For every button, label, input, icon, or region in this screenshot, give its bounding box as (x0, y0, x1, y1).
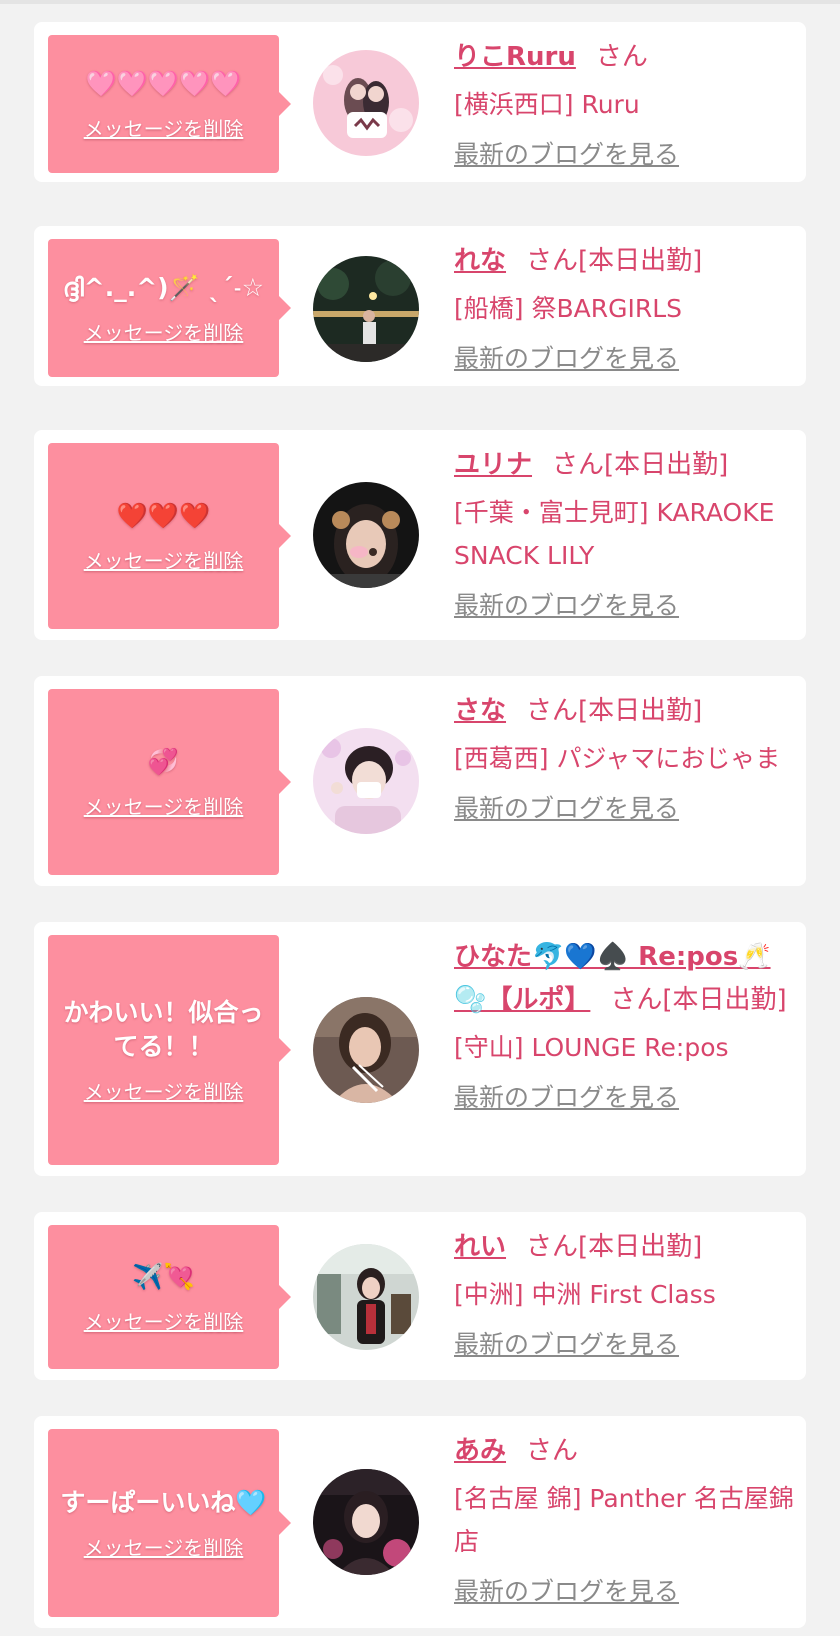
name-line: れい さん[本日出勤] (454, 1226, 798, 1269)
avatar[interactable] (313, 1469, 419, 1575)
cast-name-link[interactable]: れな (454, 246, 506, 276)
entry-info: さな さん[本日出勤] [西葛西] パジャマにおじゃま 最新のブログを見る (454, 690, 798, 829)
name-line: れな さん[本日出勤] (454, 240, 798, 283)
avatar[interactable] (313, 50, 419, 156)
message-text: すーぱーいいね🩵 (60, 1487, 267, 1517)
delete-message-link[interactable]: メッセージを削除 (84, 1306, 244, 1335)
message-bubble: すーぱーいいね🩵 メッセージを削除 (48, 1429, 291, 1617)
message-card: すーぱーいいね🩵 メッセージを削除 あみ さん [名古屋 錦] Panther 名… (34, 1416, 806, 1628)
avatar[interactable] (313, 1244, 419, 1350)
view-latest-blog-link[interactable]: 最新のブログを見る (454, 339, 679, 379)
entry-info: れい さん[本日出勤] [中洲] 中洲 First Class 最新のブログを見る (454, 1226, 798, 1365)
girl-photo-night-icon (313, 256, 419, 362)
message-text: かわいい！似合ってる！！ (63, 997, 264, 1061)
attendance-status: [本日出勤] (578, 246, 703, 276)
cast-name-link[interactable]: ユリナ (454, 450, 532, 480)
view-latest-blog-link[interactable]: 最新のブログを見る (454, 135, 679, 175)
name-line: ユリナ さん[本日出勤] (454, 444, 798, 487)
shop-name: [横浜西口] Ruru (454, 90, 640, 119)
message-bubble: 🩷🩷🩷🩷🩷 メッセージを削除 (48, 35, 291, 173)
delete-message-link[interactable]: メッセージを削除 (84, 545, 244, 574)
girl-photo-dark-icon (313, 482, 419, 588)
message-card: かわいい！似合ってる！！ メッセージを削除 ひなた🐬💙♠️ Re:pos🥂🫧【ル… (34, 922, 806, 1176)
view-latest-blog-link[interactable]: 最新のブログを見る (454, 1078, 679, 1118)
attendance-status: [本日出勤] (578, 696, 703, 726)
message-bubble: 💞 メッセージを削除 (48, 689, 291, 875)
shop-name: [名古屋 錦] Panther 名古屋錦店 (454, 1484, 794, 1556)
name-line: ひなた🐬💙♠️ Re:pos🥂🫧【ルポ】 さん[本日出勤] (454, 936, 798, 1022)
message-card: ദ്ദി^._.^)🪄 ˎˊ˗☆ メッセージを削除 れな さん[本日出勤] [船橋… (34, 226, 806, 386)
girl-photo-bar-icon (313, 1244, 419, 1350)
honorific: さん (526, 1436, 579, 1466)
honorific: さん (595, 42, 648, 72)
honorific: さん (552, 450, 605, 480)
delete-message-link[interactable]: メッセージを削除 (84, 791, 244, 820)
message-text: 🩷🩷🩷🩷🩷 (85, 68, 242, 98)
avatar[interactable] (313, 728, 419, 834)
girl-photo-panther-icon (313, 1469, 419, 1575)
view-latest-blog-link[interactable]: 最新のブログを見る (454, 1325, 679, 1365)
name-line: りこRuru さん (454, 36, 798, 79)
message-card: 💞 メッセージを削除 さな さん[本日出勤] [西葛西] パジャマにおじゃま 最新… (34, 676, 806, 886)
shop-name: [千葉・富士見町] KARAOKE SNACK LILY (454, 498, 775, 570)
message-bubble: ദ്ദി^._.^)🪄 ˎˊ˗☆ メッセージを削除 (48, 239, 291, 377)
entry-info: れな さん[本日出勤] [船橋] 祭BARGIRLS 最新のブログを見る (454, 240, 798, 379)
entry-info: ひなた🐬💙♠️ Re:pos🥂🫧【ルポ】 さん[本日出勤] [守山] LOUNGE… (454, 936, 798, 1118)
name-line: あみ さん (454, 1430, 798, 1473)
message-text: ✈️💘 (132, 1261, 195, 1291)
delete-message-link[interactable]: メッセージを削除 (84, 317, 244, 346)
attendance-status: [本日出勤] (604, 450, 729, 480)
view-latest-blog-link[interactable]: 最新のブログを見る (454, 586, 679, 626)
cast-name-link[interactable]: あみ (454, 1436, 506, 1466)
entry-info: ユリナ さん[本日出勤] [千葉・富士見町] KARAOKE SNACK LILY… (454, 444, 798, 626)
avatar[interactable] (313, 997, 419, 1103)
shop-name: [中洲] 中洲 First Class (454, 1280, 716, 1309)
shop-name: [船橋] 祭BARGIRLS (454, 294, 682, 323)
honorific: さん (526, 696, 579, 726)
avatar[interactable] (313, 256, 419, 362)
delete-message-link[interactable]: メッセージを削除 (84, 1076, 244, 1105)
delete-message-link[interactable]: メッセージを削除 (84, 1532, 244, 1561)
cast-name-link[interactable]: さな (454, 696, 506, 726)
girl-photo-lounge-icon (313, 997, 419, 1103)
message-text: 💞 (147, 746, 180, 776)
delete-message-link[interactable]: メッセージを削除 (84, 113, 244, 142)
message-card: ❤️❤️❤️ メッセージを削除 ユリナ さん[本日出勤] [千葉・富士見町] KA… (34, 430, 806, 640)
message-card: 🩷🩷🩷🩷🩷 メッセージを削除 りこRuru さん [横浜西口] Ruru 最新のブ (34, 22, 806, 182)
message-bubble: ❤️❤️❤️ メッセージを削除 (48, 443, 291, 629)
name-line: さな さん[本日出勤] (454, 690, 798, 733)
honorific: さん (526, 246, 579, 276)
message-bubble: ✈️💘 メッセージを削除 (48, 1225, 291, 1369)
entry-info: りこRuru さん [横浜西口] Ruru 最新のブログを見る (454, 36, 798, 175)
cast-name-link[interactable]: りこRuru (454, 42, 576, 72)
entry-info: あみ さん [名古屋 錦] Panther 名古屋錦店 最新のブログを見る (454, 1430, 798, 1612)
message-text: ❤️❤️❤️ (116, 500, 211, 530)
honorific: さん (526, 1232, 579, 1262)
message-card: ✈️💘 メッセージを削除 れい さん[本日出勤] [中洲] 中洲 First Cl… (34, 1212, 806, 1380)
view-latest-blog-link[interactable]: 最新のブログを見る (454, 789, 679, 829)
attendance-status: [本日出勤] (578, 1232, 703, 1262)
message-bubble: かわいい！似合ってる！！ メッセージを削除 (48, 935, 291, 1165)
attendance-status: [本日出勤] (662, 985, 787, 1015)
girl-photo-pink-ruru-icon (313, 50, 419, 156)
view-latest-blog-link[interactable]: 最新のブログを見る (454, 1572, 679, 1612)
girl-photo-pajama-icon (313, 728, 419, 834)
message-text: ദ്ദി^._.^)🪄 ˎˊ˗☆ (62, 272, 265, 302)
cast-name-link[interactable]: れい (454, 1232, 506, 1262)
shop-name: [西葛西] パジャマにおじゃま (454, 744, 781, 773)
avatar[interactable] (313, 482, 419, 588)
top-divider (0, 0, 840, 4)
shop-name: [守山] LOUNGE Re:pos (454, 1033, 729, 1062)
honorific: さん (610, 985, 663, 1015)
